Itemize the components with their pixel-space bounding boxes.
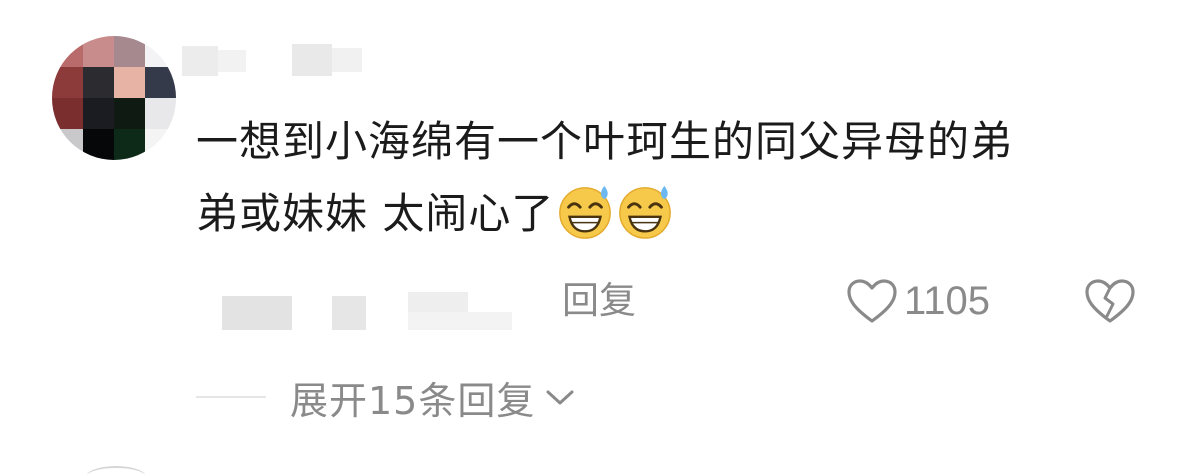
comment-text-line-2-text: 弟或妹妹 太闹心了 <box>196 189 555 238</box>
like-count: 1105 <box>904 278 991 323</box>
grinning-sweat-emoji-icon <box>559 185 612 239</box>
comment-text: 一想到小海绵有一个叶珂生的同父异母的弟 弟或妹妹 太闹心了 <box>196 106 1136 250</box>
meta-info-blurred <box>222 292 522 332</box>
reply-button[interactable]: 回复 <box>562 278 636 324</box>
heart-outline-icon <box>847 279 897 323</box>
broken-heart-icon[interactable] <box>1082 276 1138 326</box>
grinning-sweat-emoji-icon <box>619 185 672 239</box>
username-blurred[interactable] <box>182 40 382 80</box>
comment-text-line-1: 一想到小海绵有一个叶珂生的同父异母的弟 <box>196 117 1014 166</box>
divider <box>196 396 266 398</box>
like-button[interactable]: 1105 <box>844 276 990 326</box>
comment-item: 一想到小海绵有一个叶珂生的同父异母的弟 弟或妹妹 太闹心了 回复 1105 展开… <box>0 0 1178 474</box>
expand-replies-label: 展开15条回复 <box>290 378 536 423</box>
expand-replies-button[interactable]: 展开15条回复 <box>196 370 577 424</box>
chevron-down-icon <box>546 390 574 405</box>
avatar[interactable] <box>52 36 176 160</box>
next-comment-avatar-edge <box>86 466 146 474</box>
comment-text-line-2: 弟或妹妹 太闹心了 <box>196 178 1136 250</box>
